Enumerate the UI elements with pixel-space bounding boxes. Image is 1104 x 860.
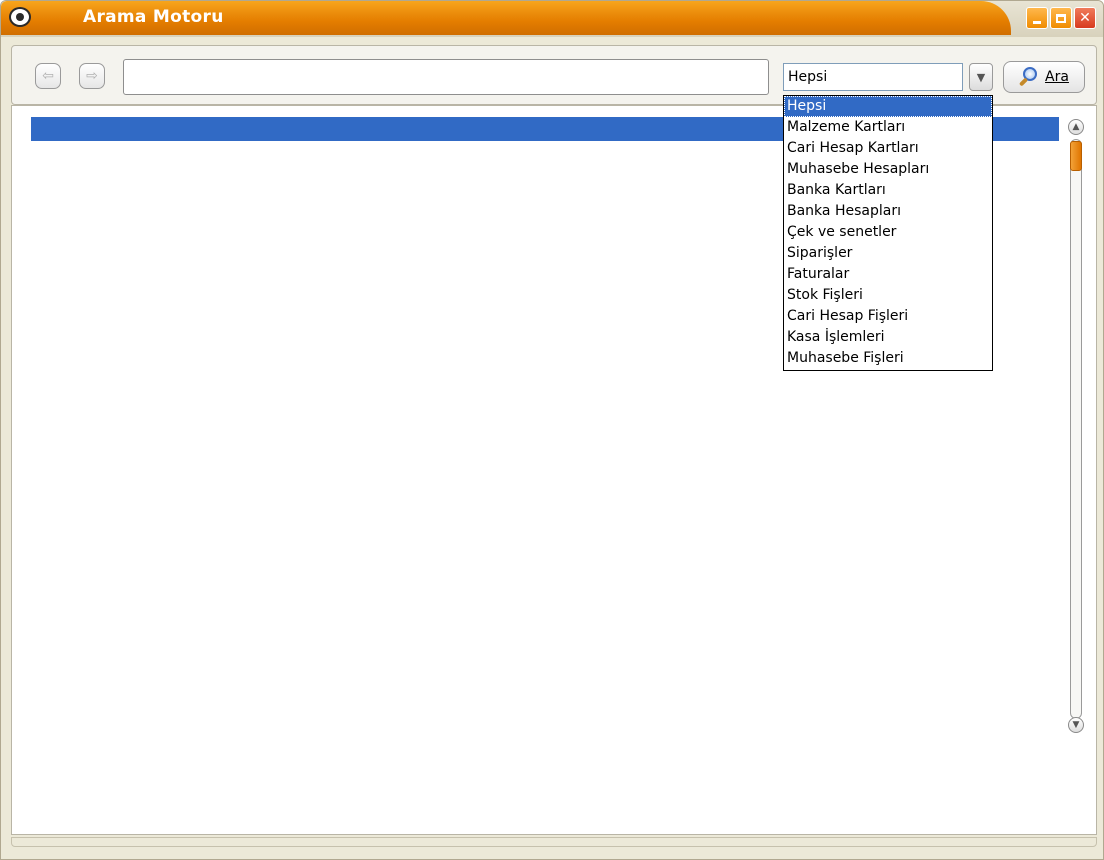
scroll-up-icon[interactable]: ▲ xyxy=(1068,119,1084,135)
title-tab: Arama Motoru xyxy=(1,1,1011,35)
dropdown-option[interactable]: Muhasebe Hesapları xyxy=(784,159,992,180)
dropdown-option[interactable]: Banka Kartları xyxy=(784,180,992,201)
back-button[interactable]: ⇦ xyxy=(35,63,61,89)
search-button[interactable]: Ara xyxy=(1003,61,1085,93)
window-title: Arama Motoru xyxy=(83,7,224,27)
maximize-button[interactable] xyxy=(1050,7,1072,29)
dropdown-option[interactable]: Cari Hesap Kartları xyxy=(784,138,992,159)
category-select[interactable]: Hepsi xyxy=(783,63,963,91)
dropdown-option[interactable]: Cari Hesap Fişleri xyxy=(784,306,992,327)
search-button-label: Ara xyxy=(1045,69,1069,85)
dropdown-option[interactable]: Siparişler xyxy=(784,243,992,264)
search-input[interactable] xyxy=(123,59,769,95)
category-dropdown-list[interactable]: Hepsi Malzeme Kartları Cari Hesap Kartla… xyxy=(783,95,993,371)
dropdown-option[interactable]: Malzeme Kartları xyxy=(784,117,992,138)
magnifier-icon xyxy=(1018,67,1039,87)
dropdown-option[interactable]: Çek ve senetler xyxy=(784,222,992,243)
dropdown-option[interactable]: Muhasebe Fişleri xyxy=(784,348,992,369)
category-dropdown-button[interactable]: ▼ xyxy=(969,63,993,91)
scroll-track[interactable] xyxy=(1070,139,1082,719)
close-icon: ✕ xyxy=(1079,10,1091,26)
arrow-left-icon: ⇦ xyxy=(42,68,54,84)
minimize-button[interactable] xyxy=(1026,7,1048,29)
scroll-thumb[interactable] xyxy=(1070,141,1082,171)
status-strip xyxy=(11,837,1097,847)
arrow-right-icon: ⇨ xyxy=(86,68,98,84)
dropdown-option[interactable]: Faturalar xyxy=(784,264,992,285)
app-window: Arama Motoru ✕ ⇦ ⇨ Hepsi ▼ Ara ▲ ▼ Hepsi… xyxy=(0,0,1104,860)
maximize-icon xyxy=(1056,13,1066,23)
eye-icon[interactable] xyxy=(9,7,31,27)
minimize-icon xyxy=(1033,21,1041,24)
dropdown-option[interactable]: Hepsi xyxy=(784,96,992,117)
dropdown-option[interactable]: Stok Fişleri xyxy=(784,285,992,306)
title-bar[interactable]: Arama Motoru ✕ xyxy=(1,1,1103,37)
dropdown-option[interactable]: Banka Hesapları xyxy=(784,201,992,222)
close-button[interactable]: ✕ xyxy=(1074,7,1096,29)
chevron-down-icon: ▼ xyxy=(976,70,986,84)
scroll-down-icon[interactable]: ▼ xyxy=(1068,717,1084,733)
forward-button[interactable]: ⇨ xyxy=(79,63,105,89)
dropdown-option[interactable]: Kasa İşlemleri xyxy=(784,327,992,348)
vertical-scrollbar[interactable]: ▲ ▼ xyxy=(1063,111,1089,835)
